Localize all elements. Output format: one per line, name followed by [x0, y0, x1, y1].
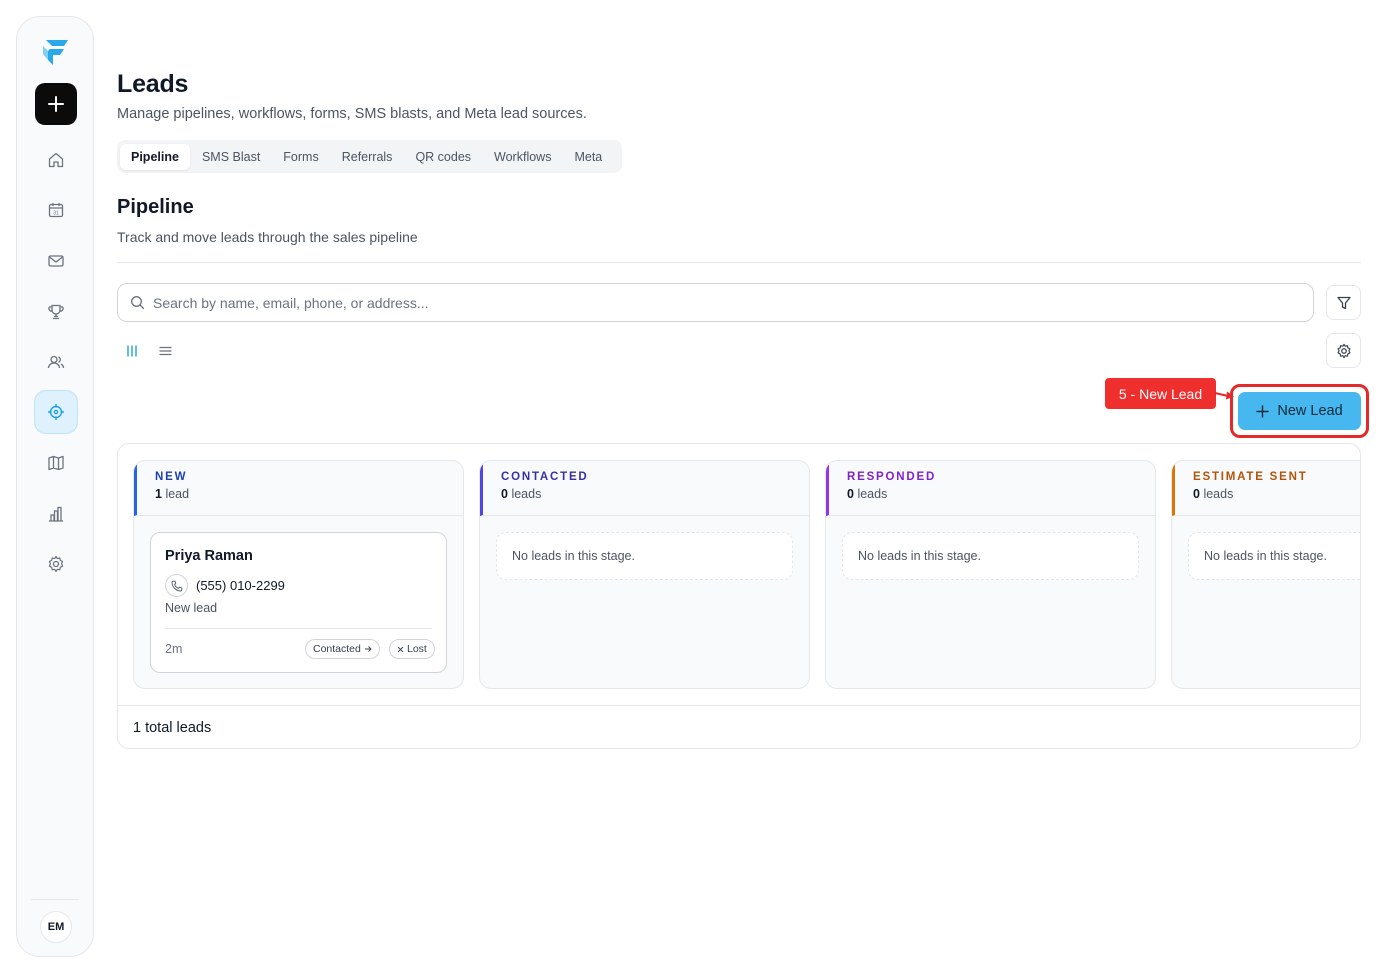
lead-phone: (555) 010-2299	[196, 578, 285, 593]
tab-pipeline[interactable]: Pipeline	[120, 143, 190, 170]
gear-icon	[48, 555, 64, 573]
empty-stage-message: No leads in this stage.	[496, 532, 793, 580]
create-button[interactable]	[35, 83, 77, 125]
stage-count: 0 leads	[847, 487, 888, 501]
sidebar: 31 EM	[16, 16, 94, 957]
stage-column-new: NEW 1 lead Priya Raman (555) 010-2299 Ne…	[133, 460, 464, 689]
svg-text:31: 31	[53, 211, 59, 217]
sidebar-item-settings[interactable]	[34, 542, 78, 586]
page-title: Leads	[117, 70, 189, 98]
plus-icon	[48, 96, 64, 112]
arrow-right-icon	[364, 646, 372, 652]
mark-lost-button[interactable]: Lost	[389, 639, 435, 659]
users-icon	[47, 355, 65, 369]
stage-count: 0 leads	[501, 487, 542, 501]
tab-sms-blast[interactable]: SMS Blast	[191, 144, 271, 170]
mark-lost-label: Lost	[407, 643, 427, 655]
stage-title: ESTIMATE SENT	[1193, 471, 1308, 483]
sidebar-item-users[interactable]	[34, 340, 78, 384]
stage-title: CONTACTED	[501, 471, 589, 483]
sidebar-item-home[interactable]	[34, 138, 78, 182]
stage-title: RESPONDED	[847, 471, 937, 483]
list-icon	[159, 346, 171, 356]
chart-icon	[49, 506, 63, 522]
board-view-toggle[interactable]	[121, 340, 143, 362]
empty-stage-message: No leads in this stage.	[1188, 532, 1360, 580]
list-view-toggle[interactable]	[154, 340, 176, 362]
stage-column-responded: RESPONDED 0 leads No leads in this stage…	[825, 460, 1156, 689]
empty-stage-message: No leads in this stage.	[842, 532, 1139, 580]
stage-count: 1 lead	[155, 487, 190, 501]
new-lead-button[interactable]: New Lead	[1238, 392, 1361, 430]
page-subtitle: Manage pipelines, workflows, forms, SMS …	[117, 106, 587, 122]
plus-icon	[1256, 404, 1270, 418]
filter-icon	[1336, 296, 1351, 309]
tab-qr-codes[interactable]: QR codes	[404, 144, 482, 170]
search-input[interactable]	[153, 294, 1253, 311]
sidebar-divider	[31, 899, 79, 900]
home-icon	[48, 152, 64, 168]
close-icon	[397, 646, 404, 652]
lead-name: Priya Raman	[165, 548, 253, 564]
trophy-icon	[48, 304, 64, 320]
sidebar-item-trophy[interactable]	[34, 290, 78, 334]
stage-column-estimate-sent: ESTIMATE SENT 0 leads No leads in this s…	[1171, 460, 1360, 689]
avatar[interactable]: EM	[40, 911, 72, 943]
lead-time: 2m	[165, 642, 183, 656]
app-logo[interactable]	[42, 37, 70, 67]
move-contacted-label: Contacted	[313, 643, 361, 655]
sidebar-item-map[interactable]	[34, 441, 78, 485]
sidebar-item-calendar[interactable]: 31	[34, 188, 78, 232]
tab-workflows[interactable]: Workflows	[483, 144, 562, 170]
lead-phone-row: (555) 010-2299	[165, 574, 285, 597]
card-divider	[165, 628, 432, 629]
tab-forms[interactable]: Forms	[272, 144, 329, 170]
section-title: Pipeline	[117, 196, 194, 218]
columns-icon	[127, 345, 137, 357]
lead-card[interactable]: Priya Raman (555) 010-2299 New lead 2m C…	[150, 532, 447, 673]
board-settings-button[interactable]	[1326, 333, 1361, 368]
stage-title: NEW	[155, 471, 188, 483]
mail-icon	[48, 255, 64, 267]
phone-icon[interactable]	[165, 574, 188, 597]
sidebar-item-mail[interactable]	[34, 239, 78, 283]
new-lead-label: New Lead	[1277, 403, 1343, 419]
section-subtitle: Track and move leads through the sales p…	[117, 229, 418, 245]
move-contacted-button[interactable]: Contacted	[305, 639, 380, 659]
total-leads: 1 total leads	[118, 705, 1360, 748]
stage-header: RESPONDED 0 leads	[826, 461, 1155, 516]
sidebar-item-reports[interactable]	[34, 492, 78, 536]
sidebar-item-leads[interactable]	[34, 390, 78, 434]
stage-header: ESTIMATE SENT 0 leads	[1172, 461, 1360, 516]
tab-referrals[interactable]: Referrals	[331, 144, 404, 170]
gear-icon	[1337, 343, 1350, 358]
stage-column-contacted: CONTACTED 0 leads No leads in this stage…	[479, 460, 810, 689]
search-icon	[131, 296, 145, 310]
pipeline-board: NEW 1 lead Priya Raman (555) 010-2299 Ne…	[117, 443, 1361, 749]
calendar-icon: 31	[48, 203, 64, 218]
annotation-label: 5 - New Lead	[1105, 378, 1216, 409]
stage-header: NEW 1 lead	[134, 461, 463, 516]
lead-status: New lead	[165, 601, 218, 615]
target-icon	[48, 404, 64, 420]
filter-button[interactable]	[1326, 285, 1361, 320]
stage-header: CONTACTED 0 leads	[480, 461, 809, 516]
stage-count: 0 leads	[1193, 487, 1234, 501]
tab-meta[interactable]: Meta	[563, 144, 613, 170]
tab-bar: Pipeline SMS Blast Forms Referrals QR co…	[117, 140, 622, 173]
divider	[117, 262, 1361, 263]
search-box	[117, 283, 1314, 322]
map-icon	[48, 455, 64, 471]
